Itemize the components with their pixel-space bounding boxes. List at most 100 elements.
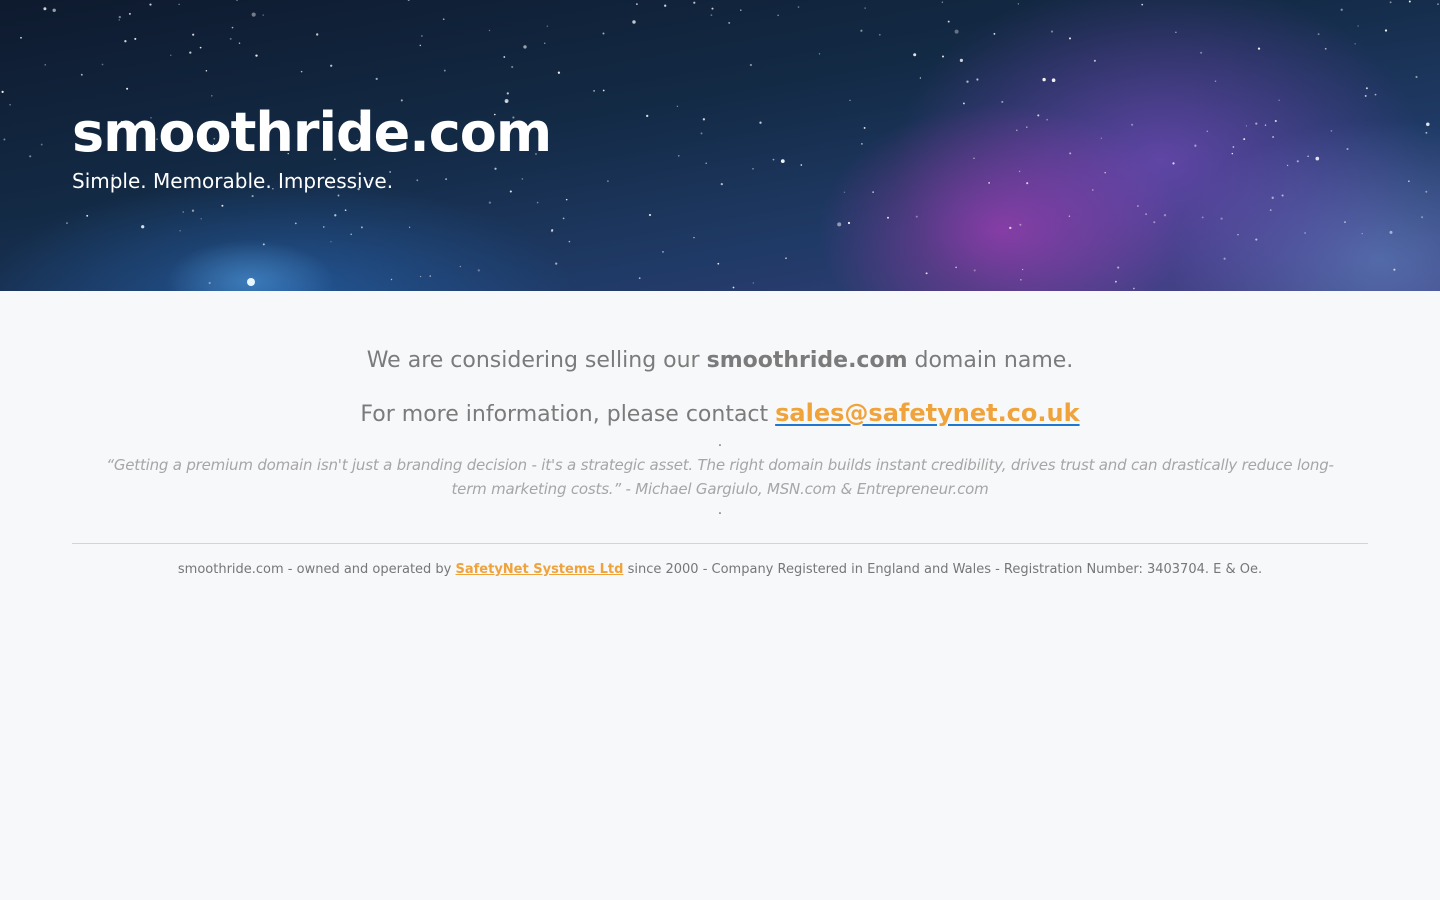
star bbox=[523, 45, 527, 49]
star bbox=[800, 164, 803, 166]
star bbox=[1271, 196, 1274, 199]
star bbox=[231, 26, 234, 29]
star bbox=[443, 69, 446, 72]
star bbox=[9, 103, 11, 106]
star bbox=[565, 198, 568, 201]
star bbox=[1163, 214, 1167, 217]
star bbox=[1136, 205, 1139, 207]
star bbox=[1141, 3, 1144, 6]
star bbox=[711, 7, 714, 10]
star bbox=[421, 35, 423, 37]
star bbox=[1117, 266, 1120, 269]
star bbox=[1340, 8, 1343, 11]
star bbox=[262, 14, 264, 16]
contact-prefix: For more information, please contact bbox=[360, 402, 776, 427]
star bbox=[1315, 156, 1320, 161]
main-content: We are considering selling our smoothrid… bbox=[0, 291, 1440, 580]
star bbox=[988, 182, 990, 184]
star bbox=[408, 226, 411, 228]
star bbox=[1172, 162, 1175, 165]
star bbox=[1281, 194, 1284, 197]
star bbox=[919, 77, 922, 79]
star bbox=[29, 155, 32, 158]
star bbox=[973, 269, 976, 272]
star bbox=[959, 58, 963, 62]
star bbox=[954, 29, 959, 34]
star bbox=[43, 7, 47, 11]
star bbox=[86, 214, 89, 217]
testimonial-quote: “Getting a premium domain isn't just a b… bbox=[106, 456, 1334, 498]
star bbox=[993, 33, 996, 35]
star bbox=[1133, 287, 1135, 290]
star bbox=[632, 20, 636, 24]
star bbox=[1068, 37, 1072, 40]
footer-prefix: smoothride.com - owned and operated by bbox=[177, 562, 456, 577]
star bbox=[550, 229, 554, 233]
star bbox=[1001, 100, 1004, 103]
star bbox=[128, 12, 131, 15]
star bbox=[1286, 164, 1289, 167]
star bbox=[878, 33, 881, 36]
star bbox=[211, 95, 213, 97]
star bbox=[1019, 223, 1022, 226]
star bbox=[419, 44, 422, 47]
star bbox=[1245, 125, 1247, 127]
star bbox=[1214, 80, 1217, 82]
star bbox=[503, 56, 506, 58]
star bbox=[1421, 216, 1424, 219]
star bbox=[1093, 59, 1096, 62]
offer-statement: We are considering selling our smoothrid… bbox=[0, 343, 1440, 379]
star bbox=[915, 215, 918, 218]
star bbox=[126, 87, 129, 90]
star bbox=[557, 71, 561, 74]
star bbox=[1069, 152, 1072, 155]
star bbox=[1364, 94, 1367, 97]
star bbox=[459, 265, 462, 268]
star bbox=[1296, 160, 1299, 163]
star bbox=[1206, 130, 1209, 132]
star bbox=[1042, 77, 1046, 82]
star bbox=[141, 225, 145, 229]
hero-banner: smoothride.com Simple. Memorable. Impres… bbox=[0, 0, 1440, 291]
star bbox=[1201, 216, 1204, 219]
star bbox=[419, 275, 422, 278]
star bbox=[442, 18, 445, 21]
star bbox=[407, 0, 410, 2]
star bbox=[511, 65, 514, 69]
star bbox=[3, 138, 6, 141]
star bbox=[1017, 3, 1020, 5]
footer-suffix: since 2000 - Company Registered in Engla… bbox=[623, 562, 1263, 577]
star bbox=[1408, 180, 1410, 182]
hero-text: smoothride.com Simple. Memorable. Impres… bbox=[72, 100, 552, 196]
star bbox=[1389, 1, 1392, 4]
star bbox=[887, 216, 889, 219]
star bbox=[664, 4, 667, 7]
star bbox=[678, 155, 680, 157]
star bbox=[1384, 29, 1388, 32]
star bbox=[941, 1, 944, 3]
star bbox=[646, 114, 649, 118]
star bbox=[543, 42, 546, 45]
offer-suffix: domain name. bbox=[907, 348, 1074, 373]
star bbox=[955, 266, 957, 269]
company-link[interactable]: SafetyNet Systems Ltd bbox=[456, 562, 624, 577]
star bbox=[785, 257, 787, 260]
star bbox=[182, 211, 184, 213]
star bbox=[1426, 122, 1430, 127]
star bbox=[1026, 126, 1028, 128]
star bbox=[1020, 279, 1022, 281]
star bbox=[602, 32, 605, 35]
star bbox=[238, 42, 241, 44]
star bbox=[300, 70, 303, 73]
footer-text: smoothride.com - owned and operated by S… bbox=[0, 560, 1440, 580]
sales-email-link[interactable]: sales@safetynet.co.uk bbox=[775, 399, 1079, 427]
star bbox=[1046, 118, 1048, 121]
star bbox=[1237, 234, 1239, 236]
star bbox=[1357, 25, 1359, 27]
star bbox=[1194, 144, 1197, 147]
star bbox=[134, 37, 137, 40]
star bbox=[1361, 232, 1363, 235]
star bbox=[205, 69, 208, 72]
star bbox=[1354, 43, 1356, 45]
star bbox=[638, 277, 641, 279]
